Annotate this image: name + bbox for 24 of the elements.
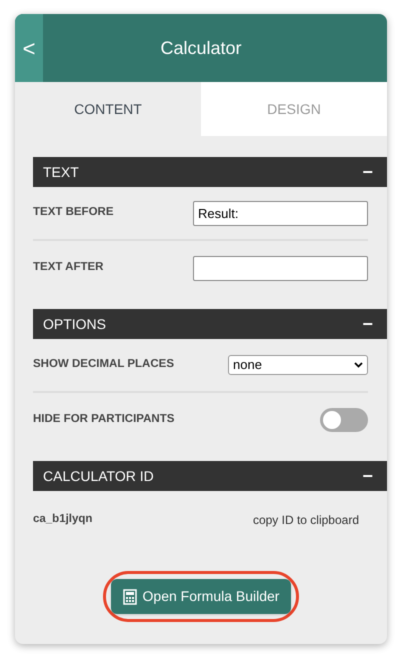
- section-title: TEXT: [43, 162, 79, 182]
- calculator-id: ca_b1jlyqn: [33, 512, 92, 528]
- toggle-switch[interactable]: [320, 408, 368, 432]
- input-field[interactable]: [193, 256, 368, 280]
- field-label: SHOW DECIMAL PLACES: [33, 357, 174, 372]
- section-title: OPTIONS: [43, 314, 106, 334]
- section-title: CALCULATOR ID: [43, 466, 154, 486]
- window-title: Calculator: [159, 36, 243, 60]
- section-header[interactable]: CALCULATOR ID −: [33, 461, 387, 491]
- calculator-icon: [122, 588, 137, 604]
- field-label: TEXT AFTER: [33, 260, 104, 276]
- section-header[interactable]: OPTIONS −: [33, 309, 387, 339]
- collapse-icon[interactable]: −: [362, 163, 373, 181]
- chevron-icon: [354, 362, 363, 368]
- field-label: TEXT BEFORE: [33, 205, 114, 220]
- collapse-icon[interactable]: −: [362, 467, 373, 485]
- collapse-icon[interactable]: −: [362, 315, 373, 333]
- decimal-select[interactable]: none: [228, 355, 368, 375]
- back-button[interactable]: <: [15, 14, 43, 82]
- field-label: HIDE FOR PARTICIPANTS: [33, 412, 174, 428]
- input-field[interactable]: Result:: [193, 200, 368, 226]
- copy-id-link[interactable]: copy ID to clipboard: [252, 511, 359, 529]
- section-header[interactable]: TEXT −: [33, 157, 387, 187]
- open-formula-builder-button[interactable]: Open Formula Builder: [110, 579, 292, 614]
